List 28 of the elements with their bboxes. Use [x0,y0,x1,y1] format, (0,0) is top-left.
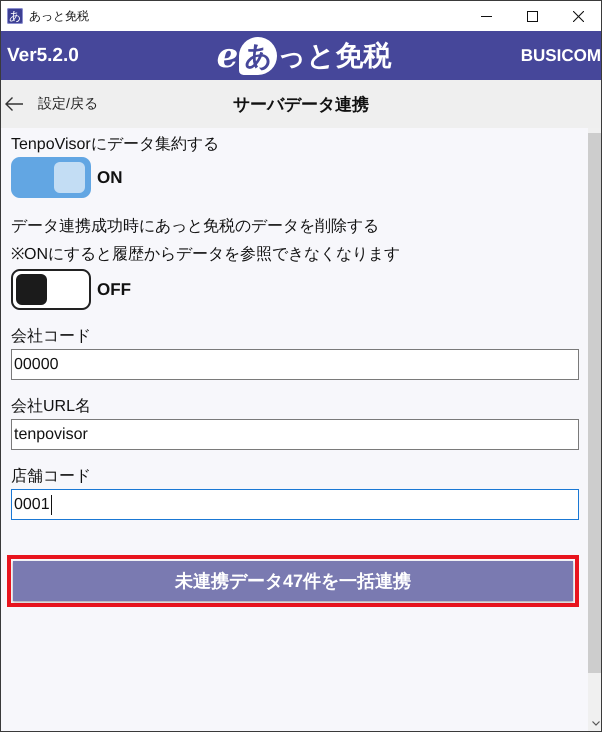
window-title: あっと免税 [29,8,89,24]
toggle-state-label: ON [97,168,122,188]
version-label: Ver5.2.0 [6,44,80,66]
input-field[interactable]: tenpovisor [11,419,579,450]
field-label: 店舗コード [11,466,92,487]
maximize-icon [526,10,538,22]
toggle-state-label: OFF [97,280,131,300]
back-button[interactable]: 設定/戻る [1,84,98,124]
scroll-down-icon[interactable] [592,721,600,726]
toggle-switch[interactable] [11,157,91,198]
app-icon: あ [7,8,23,24]
toggle-switch[interactable] [11,269,91,310]
page-title: サーバデータ連携 [232,94,370,116]
bulk-sync-button[interactable]: 未連携データ47件を一括連携 [13,561,573,601]
close-icon [572,10,584,22]
logo-name: っと免税 [277,38,392,72]
back-arrow-icon [4,96,24,112]
setting-label: データ連携成功時にあっと免税のデータを削除する [11,216,380,237]
field-label: 会社コード [11,326,92,347]
input-field[interactable]: 00000 [11,349,579,380]
field-label: 会社URL名 [11,396,92,417]
input-field[interactable]: 0001 [11,489,579,520]
setting-label: TenpoVisorにデータ集約する [11,135,220,155]
logo-mark: e [216,36,238,76]
warning-note: ※ONにすると履歴からデータを参照できなくなります [11,244,401,265]
text-cursor [50,494,52,514]
logo-bubble: あ [239,36,278,74]
brand-label: BUSICOM [520,46,601,66]
